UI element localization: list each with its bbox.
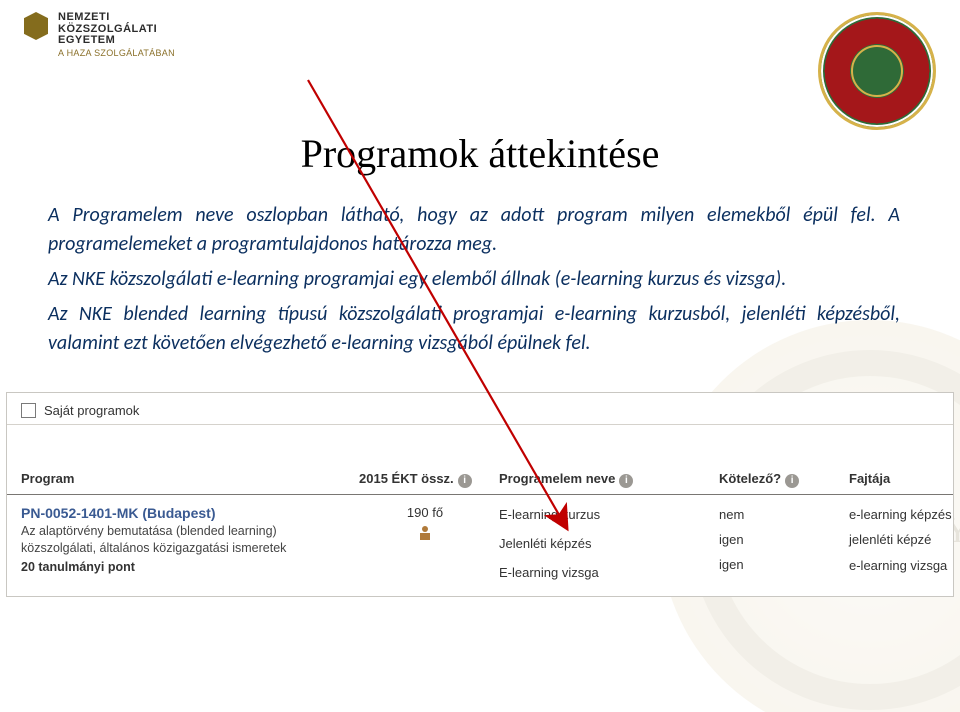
paragraph-1: A Programelem neve oszlopban látható, ho… xyxy=(48,201,900,259)
program-subtitle-2: közszolgálati, általános közigazgatási i… xyxy=(21,540,351,558)
brand-crest-icon xyxy=(24,12,48,40)
university-seal-icon xyxy=(818,12,936,130)
program-cell: PN-0052-1401-MK (Budapest) Az alaptörvén… xyxy=(21,505,359,574)
brand-line-1: NEMZETI xyxy=(58,12,175,24)
mandatory-cell: nem igen igen xyxy=(719,505,849,572)
brand-line-3: EGYETEM xyxy=(58,35,175,47)
paragraph-3: Az NKE blended learning típusú közszolgá… xyxy=(48,300,900,358)
type-value: e-learning képzés xyxy=(849,507,960,523)
info-icon[interactable]: i xyxy=(458,474,472,488)
col-ekt: 2015 ÉKT össz.i xyxy=(359,471,499,488)
program-code[interactable]: PN-0052-1401-MK (Budapest) xyxy=(21,505,351,521)
brand-block: NEMZETI KÖZSZOLGÁLATI EGYETEM A HAZA SZO… xyxy=(24,12,175,58)
type-value: e-learning vizsga xyxy=(849,558,960,574)
col-element-name: Programelem nevei xyxy=(499,471,719,488)
info-icon[interactable]: i xyxy=(785,474,799,488)
program-points: 20 tanulmányi pont xyxy=(21,560,351,574)
programs-table-screenshot: Saját programok Program 2015 ÉKT össz.i … xyxy=(6,392,954,597)
paragraph-2: Az NKE közszolgálati e-learning programj… xyxy=(48,265,900,294)
element-name: Jelenléti képzés xyxy=(499,536,711,551)
type-value: jelenléti képzé xyxy=(849,532,960,548)
element-name: E-learning vizsga xyxy=(499,565,711,580)
own-programs-label: Saját programok xyxy=(44,403,139,418)
element-name-cell: E-learning kurzus Jelenléti képzés E-lea… xyxy=(499,505,719,580)
body-text: A Programelem neve oszlopban látható, ho… xyxy=(0,201,960,358)
own-programs-checkbox[interactable] xyxy=(21,403,36,418)
col-mandatory: Kötelező?i xyxy=(719,471,849,488)
table-header-row: Program 2015 ÉKT össz.i Programelem neve… xyxy=(7,461,953,495)
info-icon[interactable]: i xyxy=(619,474,633,488)
col-program: Program xyxy=(21,471,359,486)
mandatory-value: nem xyxy=(719,507,841,522)
slide-header: NEMZETI KÖZSZOLGÁLATI EGYETEM A HAZA SZO… xyxy=(0,0,960,130)
mandatory-value: igen xyxy=(719,557,841,572)
program-subtitle-1: Az alaptörvény bemutatása (blended learn… xyxy=(21,523,351,541)
page-title: Programok áttekintése xyxy=(0,130,960,177)
person-pedestal-icon xyxy=(417,526,433,540)
capacity-cell: 190 fő xyxy=(359,505,499,540)
type-cell: e-learning képzés jelenléti képzé e-lear… xyxy=(849,505,960,574)
table-row: PN-0052-1401-MK (Budapest) Az alaptörvén… xyxy=(21,505,939,580)
brand-tagline: A HAZA SZOLGÁLATÁBAN xyxy=(58,49,175,58)
capacity-value: 190 fő xyxy=(407,505,443,520)
col-type: Fajtája xyxy=(849,471,960,486)
element-name: E-learning kurzus xyxy=(499,507,711,522)
mandatory-value: igen xyxy=(719,532,841,547)
